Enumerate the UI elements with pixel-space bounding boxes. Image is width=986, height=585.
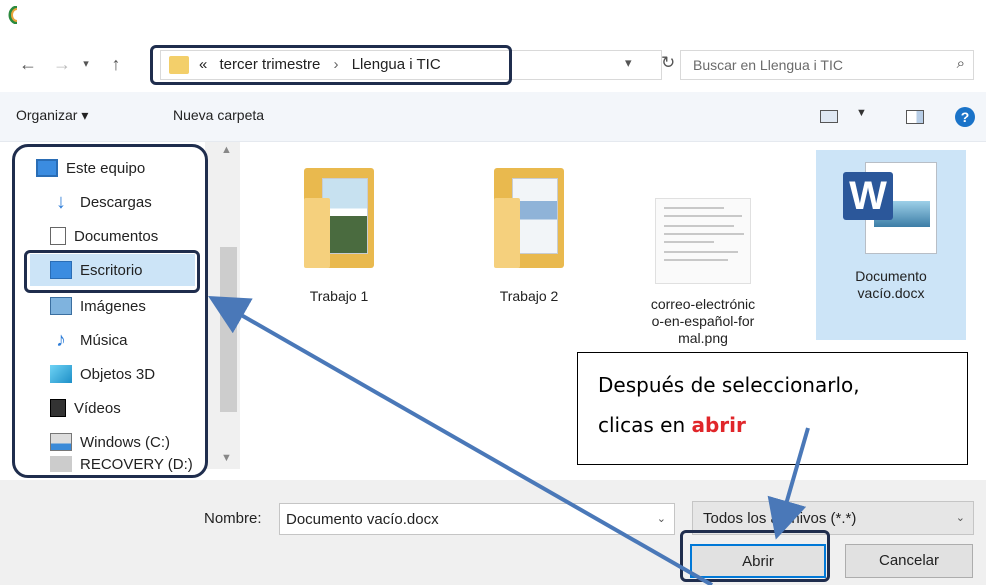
cancel-button[interactable]: Cancelar bbox=[845, 544, 973, 578]
new-folder-button[interactable]: Nueva carpeta bbox=[173, 107, 264, 123]
title-bar bbox=[0, 0, 986, 40]
recent-locations-dropdown-icon[interactable]: ▾ bbox=[78, 52, 94, 76]
callout-prefix: clicas en bbox=[598, 413, 692, 437]
file-label: correo-electrónic o-en-español-for mal.p… bbox=[650, 296, 756, 346]
organize-button[interactable]: Organizar ▾ bbox=[16, 107, 88, 124]
image-file-icon bbox=[655, 198, 751, 284]
callout-highlight: abrir bbox=[691, 413, 746, 437]
file-item-trabajo-1[interactable]: Trabajo 1 bbox=[264, 158, 414, 305]
search-input[interactable]: Buscar en Llengua i TIC ⌕ bbox=[680, 50, 974, 80]
word-document-icon: W bbox=[843, 158, 939, 258]
folder-icon bbox=[304, 158, 374, 268]
help-icon[interactable]: ? bbox=[955, 107, 975, 127]
file-label: Documento vacío.docx bbox=[855, 268, 927, 301]
back-arrow-icon[interactable]: ← bbox=[16, 52, 40, 76]
view-options-dropdown-icon[interactable]: ▼ bbox=[856, 107, 867, 119]
search-placeholder: Buscar en Llengua i TIC bbox=[693, 57, 843, 73]
file-name-label: Nombre: bbox=[204, 510, 262, 527]
address-bar-row: ← → ▾ ↑ « tercer trimestre › Llengua i T… bbox=[0, 40, 986, 92]
forward-arrow-icon[interactable]: → bbox=[50, 52, 74, 76]
refresh-icon[interactable]: ↻ bbox=[661, 53, 675, 73]
sidebar-annotation-frame bbox=[12, 144, 208, 478]
chevron-down-icon[interactable]: ⌄ bbox=[956, 511, 965, 524]
file-type-value: Todos los archivos (*.*) bbox=[703, 510, 857, 527]
callout-line-2: clicas en abrir bbox=[598, 413, 746, 437]
callout-line-1: Después de seleccionarlo, bbox=[598, 373, 860, 397]
file-item-documento-vacio[interactable]: W Documento vacío.docx bbox=[816, 150, 966, 340]
file-item-correo-png[interactable]: correo-electrónic o-en-español-for mal.p… bbox=[628, 168, 778, 347]
file-label: Trabajo 1 bbox=[309, 288, 369, 304]
open-annotation-frame bbox=[680, 530, 830, 582]
change-view-icon[interactable] bbox=[820, 110, 838, 123]
scrollbar-thumb[interactable] bbox=[220, 247, 237, 412]
file-item-trabajo-2[interactable]: Trabajo 2 bbox=[454, 158, 604, 305]
command-toolbar: Organizar ▾ Nueva carpeta ▼ ? bbox=[0, 92, 986, 142]
folder-icon bbox=[494, 158, 564, 268]
preview-pane-icon[interactable] bbox=[906, 110, 924, 124]
file-label: Trabajo 2 bbox=[499, 288, 559, 304]
address-annotation-frame bbox=[150, 45, 512, 85]
address-dropdown-icon[interactable]: ▾ bbox=[625, 55, 632, 71]
instruction-callout: Después de seleccionarlo, clicas en abri… bbox=[577, 352, 968, 465]
sidebar-scrollbar[interactable]: ▲ ▼ bbox=[205, 142, 240, 469]
dialog-footer: Nombre: Documento vacío.docx ⌄ Todos los… bbox=[0, 480, 986, 585]
scroll-down-icon[interactable]: ▼ bbox=[221, 452, 232, 464]
up-arrow-icon[interactable]: ↑ bbox=[104, 52, 128, 76]
desktop-annotation-frame bbox=[24, 250, 200, 293]
file-name-input[interactable]: Documento vacío.docx ⌄ bbox=[279, 503, 675, 535]
search-icon[interactable]: ⌕ bbox=[957, 55, 965, 72]
scroll-up-icon[interactable]: ▲ bbox=[221, 144, 232, 156]
app-logo-icon bbox=[8, 6, 18, 24]
chevron-down-icon[interactable]: ⌄ bbox=[657, 512, 666, 525]
file-name-value: Documento vacío.docx bbox=[286, 511, 439, 528]
